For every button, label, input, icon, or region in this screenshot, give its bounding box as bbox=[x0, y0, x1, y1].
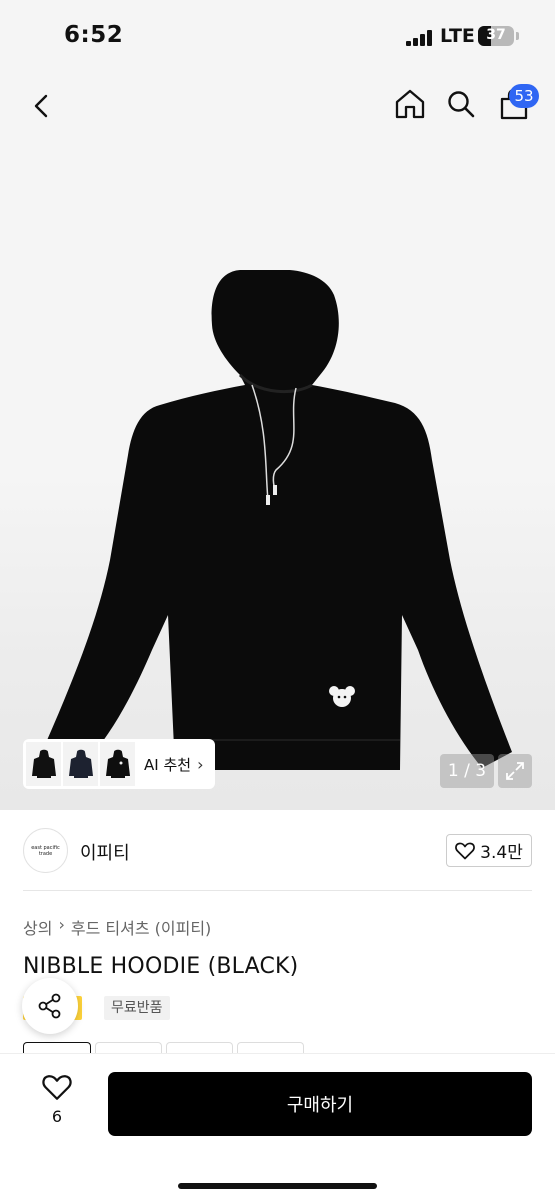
brand-name[interactable]: 이피티 bbox=[80, 839, 130, 865]
recommend-thumbnail[interactable] bbox=[26, 742, 61, 786]
chevron-right-icon: › bbox=[197, 754, 204, 774]
brand-logo-text: east pacific trade bbox=[31, 844, 60, 857]
product-image-gallery[interactable]: AI 추천 › 1 / 3 bbox=[0, 70, 555, 810]
share-icon bbox=[38, 993, 61, 1019]
bottom-action-bar: 6 구매하기 bbox=[0, 1053, 555, 1200]
search-button[interactable] bbox=[441, 84, 481, 124]
share-button[interactable] bbox=[22, 978, 78, 1034]
image-page-counter: 1 / 3 bbox=[440, 754, 494, 788]
heart-icon bbox=[455, 842, 476, 859]
signal-icon bbox=[406, 30, 432, 46]
recommend-thumbnail[interactable] bbox=[63, 742, 98, 786]
brand-like-count: 3.4만 bbox=[480, 843, 523, 863]
free-return-badge: 무료반품 bbox=[104, 996, 170, 1020]
divider bbox=[23, 890, 532, 891]
cart-count-badge: 53 bbox=[509, 84, 539, 108]
home-icon bbox=[395, 89, 425, 119]
battery-cap bbox=[516, 32, 519, 40]
brand-like-button[interactable]: 3.4만 bbox=[446, 834, 532, 867]
breadcrumb-separator-icon: › bbox=[58, 915, 65, 934]
back-button[interactable] bbox=[22, 86, 62, 126]
home-button[interactable] bbox=[390, 84, 430, 124]
brand-logo[interactable]: east pacific trade bbox=[23, 828, 68, 873]
heart-icon bbox=[42, 1075, 72, 1100]
wishlist-button[interactable]: 6 bbox=[34, 1074, 80, 1134]
home-indicator bbox=[178, 1183, 377, 1189]
hoodie-product-image bbox=[45, 270, 512, 770]
battery-icon: 37 bbox=[478, 26, 514, 46]
breadcrumb-subcategory[interactable]: 후드 티셔츠 (이피티) bbox=[71, 915, 211, 939]
expand-image-button[interactable] bbox=[498, 754, 532, 788]
ai-recommend-label: AI 추천 bbox=[144, 755, 192, 774]
back-chevron-icon bbox=[34, 94, 48, 118]
buy-button[interactable]: 구매하기 bbox=[108, 1072, 532, 1136]
wishlist-count: 6 bbox=[51, 1107, 63, 1126]
product-title: NIBBLE HOODIE (BLACK) bbox=[23, 954, 299, 979]
status-time: 6:52 bbox=[64, 22, 124, 48]
status-bar: 6:52 LTE 37 bbox=[0, 0, 555, 70]
search-icon bbox=[448, 91, 475, 118]
network-label: LTE bbox=[440, 25, 475, 47]
breadcrumb: 상의 › 후드 티셔츠 (이피티) bbox=[23, 915, 211, 939]
breadcrumb-category[interactable]: 상의 bbox=[23, 915, 52, 939]
ai-recommend-chip[interactable]: AI 추천 › bbox=[23, 739, 215, 789]
battery-level: 37 bbox=[486, 27, 506, 43]
expand-icon bbox=[506, 762, 524, 780]
recommend-thumbnail[interactable] bbox=[100, 742, 135, 786]
